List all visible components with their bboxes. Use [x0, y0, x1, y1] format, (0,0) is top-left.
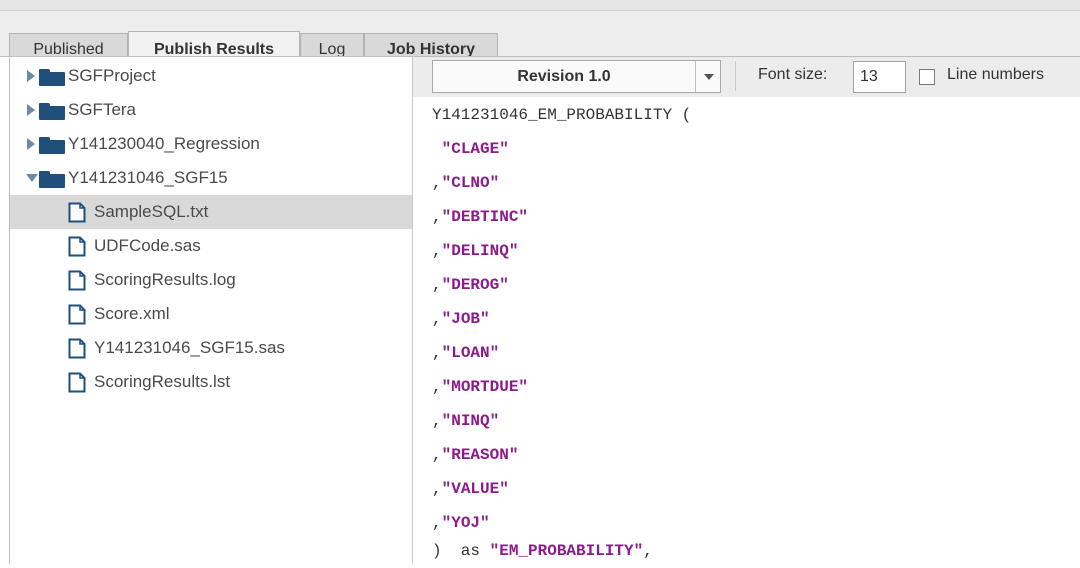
tree-file-score-xml[interactable]: Score.xml [10, 297, 412, 331]
file-icon [68, 338, 86, 359]
collapse-arrow-icon[interactable] [26, 174, 38, 182]
window-top-strip [0, 0, 1080, 11]
tree-item-label: SampleSQL.txt [94, 202, 209, 221]
code-line-footer: ) as "EM_PROBABILITY", [432, 542, 653, 560]
tree-file-samplesql[interactable]: SampleSQL.txt [10, 195, 412, 229]
tree-file-scoringresults-log[interactable]: ScoringResults.log [10, 263, 412, 297]
folder-icon [39, 137, 65, 154]
file-icon [68, 270, 86, 291]
tree-file-scoringresults-lst[interactable]: ScoringResults.lst [10, 365, 412, 399]
revision-dropdown[interactable]: Revision 1.0 [432, 60, 721, 93]
code-line: ,"REASON" [432, 446, 519, 464]
code-line: "CLAGE" [441, 140, 509, 158]
code-line: ,"NINQ" [432, 412, 500, 430]
folder-icon [39, 171, 65, 188]
tree-item-label: SGFTera [68, 100, 137, 119]
tree-file-sgf15-sas[interactable]: Y141231046_SGF15.sas [10, 331, 412, 365]
revision-selected-value: Revision 1.0 [517, 68, 611, 85]
file-icon [68, 202, 86, 223]
tab-bar: Published Publish Results Log Job Histor… [0, 11, 1080, 68]
code-viewer-panel [413, 57, 1080, 564]
code-line: ,"DEBTINC" [432, 208, 529, 226]
tree-folder-sgfproject[interactable]: SGFProject [10, 59, 412, 93]
tree-item-label: Y141231046_SGF15 [68, 168, 228, 187]
file-icon [68, 304, 86, 325]
font-size-input[interactable]: 13 [853, 61, 906, 93]
tree-item-label: SGFProject [68, 66, 156, 85]
tree-folder-sgftera[interactable]: SGFTera [10, 93, 412, 127]
dropdown-separator [695, 61, 696, 92]
tree-folder-regression[interactable]: Y141230040_Regression [10, 127, 412, 161]
file-icon [68, 236, 86, 257]
file-icon [68, 372, 86, 393]
tree-item-label: ScoringResults.log [94, 270, 236, 289]
code-line: ,"CLNO" [432, 174, 500, 192]
chevron-down-icon[interactable] [704, 74, 714, 80]
tree-file-udfcode[interactable]: UDFCode.sas [10, 229, 412, 263]
tree-item-label: Score.xml [94, 304, 170, 323]
code-line: ,"MORTDUE" [432, 378, 529, 396]
expand-arrow-icon[interactable] [27, 70, 35, 82]
tree-item-label: Y141231046_SGF15.sas [94, 338, 285, 357]
code-line: ,"DELINQ" [432, 242, 519, 260]
code-line: ,"LOAN" [432, 344, 500, 362]
expand-arrow-icon[interactable] [27, 104, 35, 116]
tree-item-label: ScoringResults.lst [94, 372, 231, 391]
code-line: ,"VALUE" [432, 480, 509, 498]
tree-item-label: UDFCode.sas [94, 236, 201, 255]
font-size-label: Font size: [758, 66, 828, 83]
expand-arrow-icon[interactable] [27, 138, 35, 150]
line-numbers-checkbox[interactable] [919, 69, 935, 85]
folder-icon [39, 69, 65, 86]
code-line: ,"DEROG" [432, 276, 509, 294]
folder-icon [39, 103, 65, 120]
line-numbers-label: Line numbers [947, 66, 1044, 83]
tree-item-label: Y141230040_Regression [68, 134, 260, 153]
code-line-header: Y141231046_EM_PROBABILITY ( [432, 106, 692, 124]
tree-folder-sgf15[interactable]: Y141231046_SGF15 [10, 161, 412, 195]
toolbar-separator [735, 61, 736, 91]
code-line: ,"JOB" [432, 310, 490, 328]
